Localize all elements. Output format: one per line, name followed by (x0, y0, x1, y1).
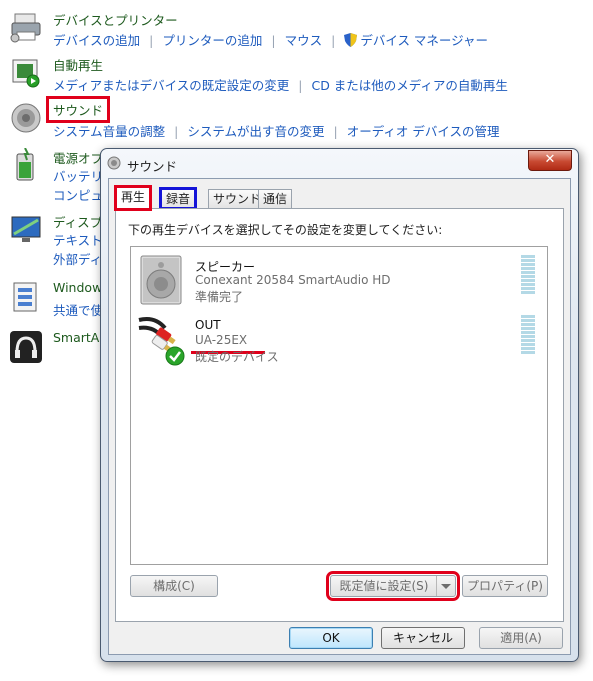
apply-button[interactable]: 適用(A) (479, 627, 563, 649)
dialog-titlebar[interactable]: サウンド ✕ (101, 149, 578, 177)
device-status: 既定のデバイス (195, 350, 279, 364)
cp-autoplay-title[interactable]: 自動再生 (53, 55, 103, 74)
cp-windows-link-1[interactable]: 共通で使 (53, 303, 103, 318)
level-meter (521, 315, 535, 355)
dialog-title: サウンド (127, 159, 178, 174)
cp-display-title[interactable]: ディスプ (53, 212, 102, 231)
speaker-icon (11, 103, 41, 133)
speaker-device-icon (140, 255, 182, 305)
dialog-client: 再生 録音 サウンド 通信 下の再生デバイスを選択してその設定を変更してください… (108, 178, 571, 655)
link-mouse[interactable]: マウス (285, 33, 323, 48)
cp-smartaudio-title[interactable]: SmartA (53, 330, 99, 345)
instruction-text: 下の再生デバイスを選択してその設定を変更してください: (128, 223, 443, 237)
link-media-defaults[interactable]: メディアまたはデバイスの既定設定の変更 (53, 78, 289, 93)
tab-playback[interactable]: 再生 (113, 185, 153, 211)
cp-devices-row: デバイスとプリンター デバイスの追加 | プリンターの追加 | マウス | デバイス マネー… (0, 10, 593, 54)
link-cd-autoplay[interactable]: CD または他のメディアの自動再生 (311, 78, 507, 93)
cp-power-title[interactable]: 電源オプ (53, 148, 103, 167)
rca-cable-icon (138, 317, 185, 366)
properties-button[interactable]: プロパティ(P) (462, 575, 548, 597)
device-description: UA-25EX (195, 333, 248, 347)
cp-display-link-1[interactable]: テキスト (53, 231, 103, 250)
cp-power-link-1[interactable]: バッテリ (53, 167, 103, 186)
printer-icon (10, 13, 41, 43)
speaker-title-icon (107, 156, 121, 170)
windows-mobility-icon (13, 282, 37, 312)
playback-panel: 下の再生デバイスを選択してその設定を変更してください: スピーカー Conexa… (115, 208, 564, 622)
battery-icon (16, 148, 34, 181)
device-description: Conexant 20584 SmartAudio HD (195, 273, 391, 287)
device-item-speaker[interactable]: スピーカー Conexant 20584 SmartAudio HD 準備完了 (131, 250, 545, 310)
cp-windows-title[interactable]: Window (53, 280, 102, 295)
tab-recording[interactable]: 録音 (158, 187, 198, 210)
configure-button[interactable]: 構成(C) (130, 575, 218, 597)
cancel-button[interactable]: キャンセル (381, 627, 465, 649)
headphones-icon (10, 331, 42, 363)
cp-sound-title[interactable]: サウンド (45, 96, 111, 123)
autoplay-icon (12, 59, 40, 88)
shield-icon (344, 33, 358, 47)
device-status: 準備完了 (195, 290, 244, 304)
link-adjust-volume[interactable]: システム音量の調整 (53, 124, 165, 139)
set-default-label: 既定値に設定(S) (339, 579, 429, 593)
device-name: OUT (195, 318, 221, 332)
cp-autoplay-row: 自動再生 メディアまたはデバイスの既定設定の変更 | CD または他のメディアの自動… (0, 55, 593, 99)
device-item-out[interactable]: OUT UA-25EX 既定のデバイス (131, 310, 545, 370)
device-list[interactable]: スピーカー Conexant 20584 SmartAudio HD 準備完了 (130, 246, 548, 565)
cp-display-link-2[interactable]: 外部ディ (53, 250, 103, 269)
set-default-button[interactable]: 既定値に設定(S) (326, 571, 460, 601)
ok-button[interactable]: OK (289, 627, 373, 649)
cp-power-link-2[interactable]: コンピュ (53, 186, 103, 205)
cp-sound-row: サウンド システム音量の調整 | システムが出す音の変更 | オーディオ デバイスの管理 (0, 96, 593, 145)
tab-communications[interactable]: 通信 (258, 189, 293, 208)
level-meter (521, 255, 535, 295)
chevron-down-icon[interactable] (436, 576, 455, 596)
link-manage-audio-devices[interactable]: オーディオ デバイスの管理 (347, 124, 500, 139)
link-change-system-sounds[interactable]: システムが出す音の変更 (187, 124, 324, 139)
link-device-manager[interactable]: デバイス マネージャー (360, 33, 488, 48)
link-add-device[interactable]: デバイスの追加 (53, 33, 140, 48)
link-add-printer[interactable]: プリンターの追加 (162, 33, 262, 48)
display-icon (11, 216, 41, 242)
close-button[interactable]: ✕ (528, 150, 572, 171)
cp-devices-title[interactable]: デバイスとプリンター (53, 10, 178, 29)
sound-dialog: サウンド ✕ 再生 録音 サウンド 通信 下の再生デバイスを選択してその設定を変… (100, 148, 579, 662)
